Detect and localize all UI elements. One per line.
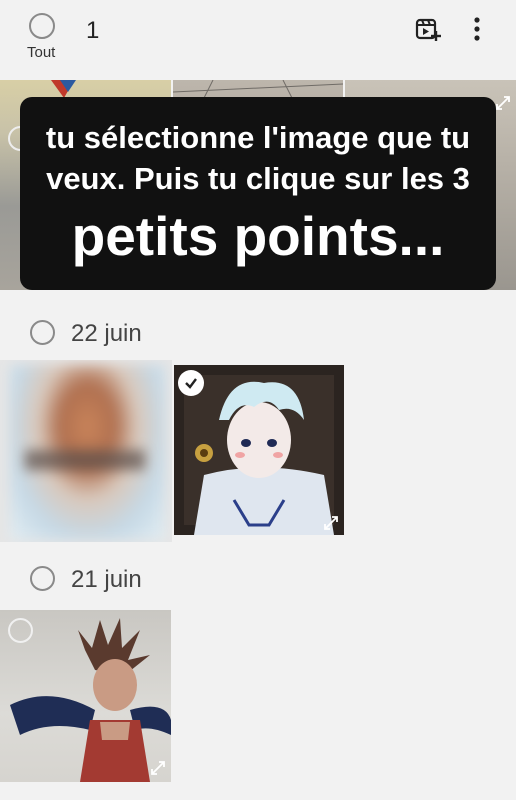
- selected-count: 1: [86, 17, 100, 44]
- tutorial-caption: tu sélectionne l'image que tu veux. Puis…: [20, 97, 496, 290]
- selected-checkmark-icon[interactable]: [178, 370, 204, 396]
- select-all-label[interactable]: Tout: [27, 44, 55, 61]
- date-group-checkbox[interactable]: [30, 566, 55, 591]
- caption-line-2: veux. Puis tu clique sur les 3: [46, 161, 470, 196]
- select-all-checkbox[interactable]: [29, 13, 55, 39]
- photo-thumbnail[interactable]: [0, 610, 171, 782]
- photo-thumbnail[interactable]: [0, 360, 172, 542]
- expand-icon[interactable]: [150, 760, 166, 776]
- photo-thumbnail[interactable]: [174, 365, 344, 535]
- expand-icon[interactable]: [495, 95, 511, 111]
- date-group-checkbox[interactable]: [30, 320, 55, 345]
- date-label: 21 juin: [71, 566, 142, 593]
- caption-line-1: tu sélectionne l'image que tu: [45, 120, 471, 155]
- more-options-icon[interactable]: [462, 14, 492, 44]
- expand-icon[interactable]: [323, 515, 339, 531]
- photo-select-checkbox[interactable]: [8, 618, 33, 643]
- caption-line-3: petits points...: [71, 205, 445, 267]
- date-label: 22 juin: [71, 320, 142, 347]
- create-video-icon[interactable]: [413, 14, 443, 44]
